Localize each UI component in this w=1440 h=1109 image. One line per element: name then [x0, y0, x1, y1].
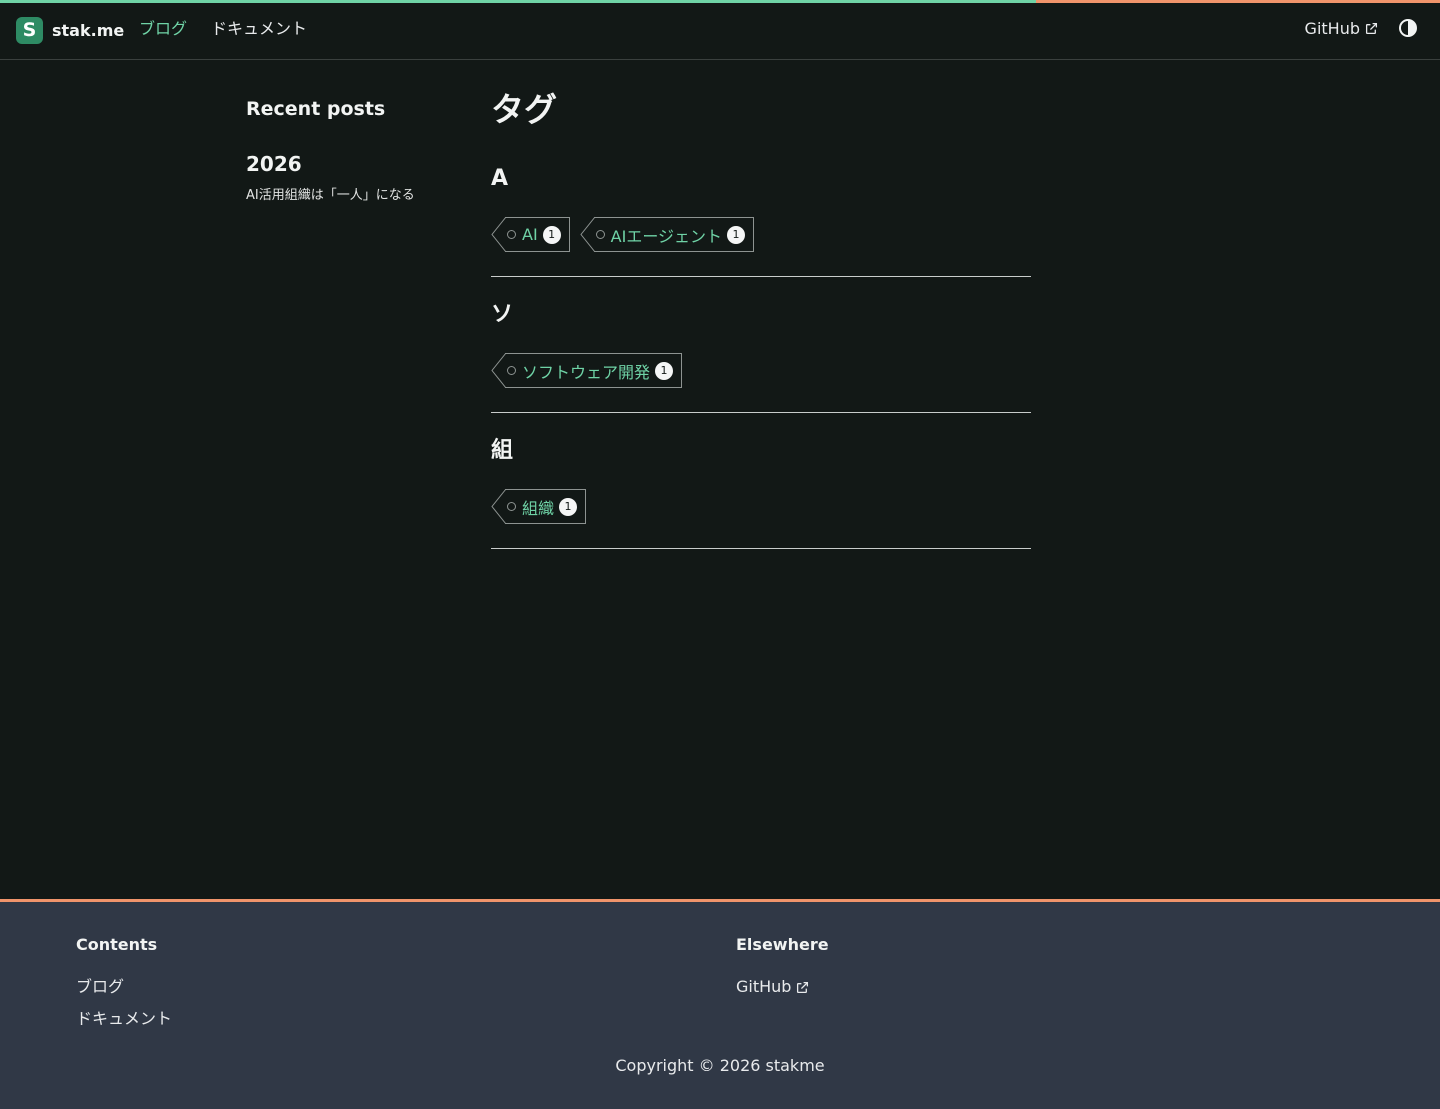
footer: Contents ブログ ドキュメント Elsewhere GitHub Cop… — [0, 899, 1440, 1109]
external-link-icon — [1365, 22, 1378, 34]
tag-label: AI — [522, 225, 538, 244]
tag-ai[interactable]: AI 1 — [491, 217, 570, 252]
tag-hole-icon — [507, 502, 516, 511]
nav-links: ブログ ドキュメント — [139, 17, 307, 41]
tag-group-a: A AI 1 AIエージェント 1 — [491, 165, 1031, 277]
theme-toggle-button[interactable] — [1398, 18, 1418, 38]
tag-notch-shape — [491, 217, 506, 252]
tag-label: 組織 — [522, 498, 555, 518]
nav-link-blog[interactable]: ブログ — [139, 17, 187, 41]
footer-link-github[interactable]: GitHub — [736, 971, 829, 1003]
footer-elsewhere-title: Elsewhere — [736, 935, 829, 954]
footer-link-blog[interactable]: ブログ — [76, 971, 172, 1003]
group-letter: ソ — [491, 302, 514, 327]
accent-line-orange — [1036, 0, 1440, 3]
tag-organization[interactable]: 組織 1 — [491, 489, 587, 524]
sidebar-recent-posts: Recent posts 2026 AI活用組織は「一人」になる — [246, 96, 461, 206]
logo-icon: S — [16, 16, 43, 44]
footer-link-label: ドキュメント — [76, 1009, 173, 1028]
nav-right: GitHub — [1305, 18, 1418, 38]
navbar: S stak.me ブログ ドキュメント GitHub — [0, 0, 1440, 60]
group-letter: A — [491, 166, 509, 191]
sidebar-post-link[interactable]: AI活用組織は「一人」になる — [246, 186, 461, 206]
tag-ai-agent[interactable]: AIエージェント 1 — [580, 217, 755, 252]
tag-hole-icon — [595, 230, 605, 239]
footer-link-docs[interactable]: ドキュメント — [76, 1003, 172, 1035]
brand-home-link[interactable]: S stak.me — [16, 16, 124, 44]
tag-count-badge: 1 — [542, 225, 561, 244]
tag-list: ソフトウェア開発 1 — [491, 353, 1031, 388]
tag-notch-shape — [580, 217, 595, 252]
tag-software-dev[interactable]: ソフトウェア開発 1 — [491, 353, 683, 388]
accent-line — [0, 0, 1440, 3]
footer-contents: Contents ブログ ドキュメント — [76, 934, 172, 1035]
tag-notch-shape — [491, 353, 506, 388]
footer-contents-title: Contents — [76, 935, 158, 954]
sidebar-year: 2026 — [246, 152, 302, 176]
nav-github-label: GitHub — [1304, 18, 1360, 38]
external-link-icon — [797, 981, 809, 993]
nav-github-link[interactable]: GitHub — [1305, 19, 1378, 38]
tag-list: 組織 1 — [491, 489, 1031, 524]
main-content: タグ A AI 1 AIエージェント 1 ソ ソフトウェア開発 1 組 組織 1 — [491, 88, 1031, 549]
tag-count-badge: 1 — [727, 225, 746, 244]
accent-line-green — [0, 0, 1036, 3]
half-circle-theme-icon — [1399, 19, 1417, 37]
tag-list: AI 1 AIエージェント 1 — [491, 217, 1031, 252]
tag-label: AIエージェント — [610, 226, 723, 246]
tag-notch-shape — [491, 489, 506, 524]
tag-group-so-organization: 組 組織 1 — [491, 437, 1031, 549]
footer-link-label: GitHub — [736, 977, 792, 996]
footer-link-label: ブログ — [76, 977, 125, 996]
group-letter: 組 — [491, 438, 514, 463]
tag-count-badge: 1 — [655, 361, 674, 380]
copyright-text: Copyright © 2026 stakme — [615, 1056, 825, 1075]
sidebar-title: Recent posts — [246, 98, 386, 120]
tag-group-so: ソ ソフトウェア開発 1 — [491, 301, 1031, 413]
tag-hole-icon — [507, 366, 516, 375]
nav-link-docs[interactable]: ドキュメント — [211, 17, 307, 41]
footer-elsewhere: Elsewhere GitHub — [736, 934, 829, 1003]
tag-label: ソフトウェア開発 — [522, 362, 651, 382]
brand-name: stak.me — [52, 20, 125, 40]
tag-hole-icon — [507, 230, 516, 239]
page-title: タグ — [491, 90, 557, 129]
tag-count-badge: 1 — [559, 497, 578, 516]
